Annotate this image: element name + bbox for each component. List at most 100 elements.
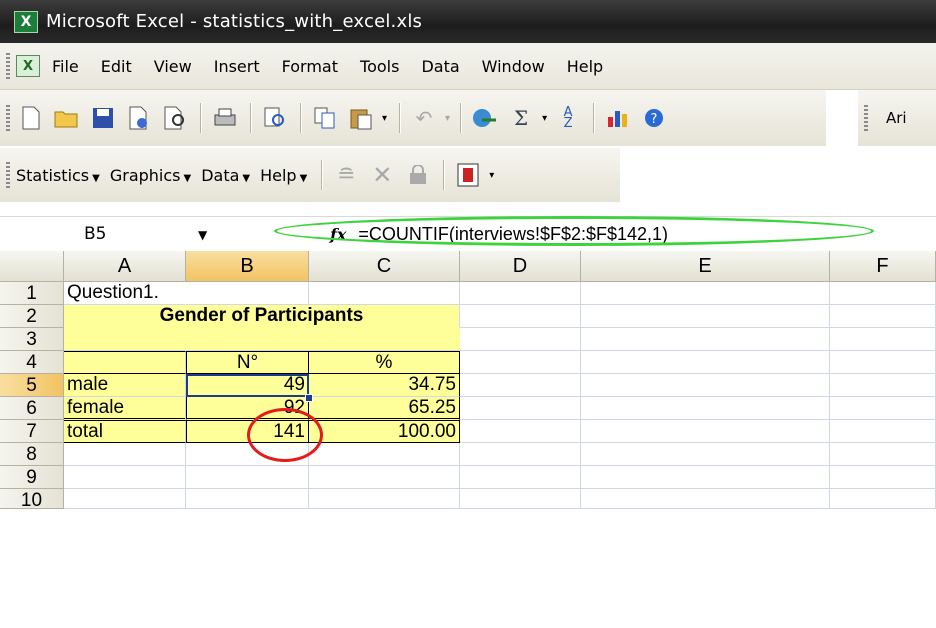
cell-b8[interactable] xyxy=(186,443,309,466)
cell-e6[interactable] xyxy=(581,397,830,420)
row-header-8[interactable]: 8 xyxy=(0,443,64,466)
cell-c6[interactable]: 65.25 xyxy=(309,397,460,421)
cell-b7[interactable]: 141 xyxy=(186,421,309,443)
toolbar-grip[interactable] xyxy=(6,105,10,131)
workbook-icon[interactable]: X xyxy=(16,55,40,77)
cell-e3[interactable] xyxy=(581,328,830,351)
hyperlink-icon[interactable] xyxy=(470,103,500,133)
formula-input[interactable]: =COUNTIF(interviews!$F$2:$F$142,1) xyxy=(358,224,668,245)
cell-d10[interactable] xyxy=(460,489,581,509)
cell-a8[interactable] xyxy=(64,443,186,466)
cell-a2-merged-title[interactable]: Gender of Participants xyxy=(64,305,460,328)
cell-b10[interactable] xyxy=(186,489,309,509)
undo-icon[interactable]: ↶ xyxy=(409,103,439,133)
cell-d4[interactable] xyxy=(460,351,581,374)
statistics-menu[interactable]: Statistics ▼ xyxy=(16,166,100,185)
toolbar-options-icon[interactable]: ▾ xyxy=(489,170,494,181)
cell-b6[interactable]: 92 xyxy=(186,397,309,421)
chart-wizard-icon[interactable] xyxy=(603,103,633,133)
menu-help[interactable]: Help xyxy=(567,57,603,76)
toolbar-grip[interactable] xyxy=(6,162,10,188)
excel-icon[interactable]: X xyxy=(14,10,38,33)
autosum-icon[interactable]: Σ xyxy=(506,103,536,133)
cell-d7[interactable] xyxy=(460,420,581,443)
cell-d8[interactable] xyxy=(460,443,581,466)
menu-window[interactable]: Window xyxy=(482,57,545,76)
cell-f4[interactable] xyxy=(830,351,936,374)
cell-d5[interactable] xyxy=(460,374,581,397)
row-header-10[interactable]: 10 xyxy=(0,489,64,511)
menu-insert[interactable]: Insert xyxy=(214,57,260,76)
insert-function-icon[interactable]: fx xyxy=(330,225,346,244)
cell-f5[interactable] xyxy=(830,374,936,397)
cell-a9[interactable] xyxy=(64,466,186,489)
cell-c8[interactable] xyxy=(309,443,460,466)
column-header-c[interactable]: C xyxy=(309,251,460,282)
column-header-d[interactable]: D xyxy=(460,251,581,282)
cell-e8[interactable] xyxy=(581,443,830,466)
permission-icon[interactable] xyxy=(124,103,154,133)
cell-d6[interactable] xyxy=(460,397,581,420)
row-header-9[interactable]: 9 xyxy=(0,466,64,489)
lock-icon[interactable] xyxy=(403,160,433,190)
menu-file[interactable]: File xyxy=(52,57,79,76)
cell-d1[interactable] xyxy=(460,282,581,305)
cell-f1[interactable] xyxy=(830,282,936,305)
help-icon[interactable]: ? xyxy=(639,103,669,133)
cell-f2[interactable] xyxy=(830,305,936,328)
cell-c4[interactable]: % xyxy=(309,351,460,374)
row-header-3[interactable]: 3 xyxy=(0,328,64,351)
toolbar-grip[interactable] xyxy=(864,105,868,131)
print-icon[interactable] xyxy=(210,103,240,133)
close-icon[interactable]: ✕ xyxy=(367,160,397,190)
row-header-4[interactable]: 4 xyxy=(0,351,64,374)
menu-data[interactable]: Data xyxy=(421,57,459,76)
menu-tools[interactable]: Tools xyxy=(360,57,399,76)
cell-b9[interactable] xyxy=(186,466,309,489)
row-header-7[interactable]: 7 xyxy=(0,420,64,443)
cell-e1[interactable] xyxy=(581,282,830,305)
open-folder-icon[interactable] xyxy=(52,103,82,133)
column-header-a[interactable]: A xyxy=(64,251,186,282)
cell-f3[interactable] xyxy=(830,328,936,351)
cell-e4[interactable] xyxy=(581,351,830,374)
menu-format[interactable]: Format xyxy=(282,57,338,76)
cell-a6[interactable]: female xyxy=(64,397,186,421)
help-menu[interactable]: Help ▼ xyxy=(260,166,307,185)
cell-b4[interactable]: N° xyxy=(186,351,309,374)
print-preview-icon[interactable] xyxy=(160,103,190,133)
column-header-e[interactable]: E xyxy=(581,251,830,282)
cell-e9[interactable] xyxy=(581,466,830,489)
data-menu[interactable]: Data ▼ xyxy=(201,166,250,185)
chevron-down-icon[interactable]: ▼ xyxy=(198,228,207,242)
fill-handle[interactable] xyxy=(305,394,313,402)
select-all-corner[interactable] xyxy=(0,251,64,282)
cell-f9[interactable] xyxy=(830,466,936,489)
row-header-6[interactable]: 6 xyxy=(0,397,64,420)
cell-f6[interactable] xyxy=(830,397,936,420)
cell-f8[interactable] xyxy=(830,443,936,466)
cell-c5[interactable]: 34.75 xyxy=(309,374,460,397)
cell-a10[interactable] xyxy=(64,489,186,509)
cell-e2[interactable] xyxy=(581,305,830,328)
new-file-icon[interactable] xyxy=(16,103,46,133)
font-name-box[interactable]: Ari xyxy=(886,109,907,127)
copy-icon[interactable] xyxy=(310,103,340,133)
cell-d2[interactable] xyxy=(460,305,581,328)
cell-a1[interactable]: Question1. xyxy=(64,282,186,305)
cell-d3[interactable] xyxy=(460,328,581,351)
cell-c9[interactable] xyxy=(309,466,460,489)
research-icon[interactable] xyxy=(260,103,290,133)
sort-ascending-icon[interactable]: AZ xyxy=(553,103,583,133)
row-header-1[interactable]: 1 xyxy=(0,282,64,305)
column-header-b[interactable]: B xyxy=(186,251,309,282)
cell-a7[interactable]: total xyxy=(64,421,186,443)
toolbar-grip[interactable] xyxy=(6,53,10,79)
info-icon[interactable] xyxy=(453,160,483,190)
cell-b1[interactable] xyxy=(186,282,309,305)
cell-c1[interactable] xyxy=(309,282,460,305)
save-icon[interactable] xyxy=(88,103,118,133)
cell-a3-merged[interactable] xyxy=(64,328,460,351)
name-box[interactable]: B5 ▼ xyxy=(0,219,250,249)
cell-e7[interactable] xyxy=(581,420,830,443)
